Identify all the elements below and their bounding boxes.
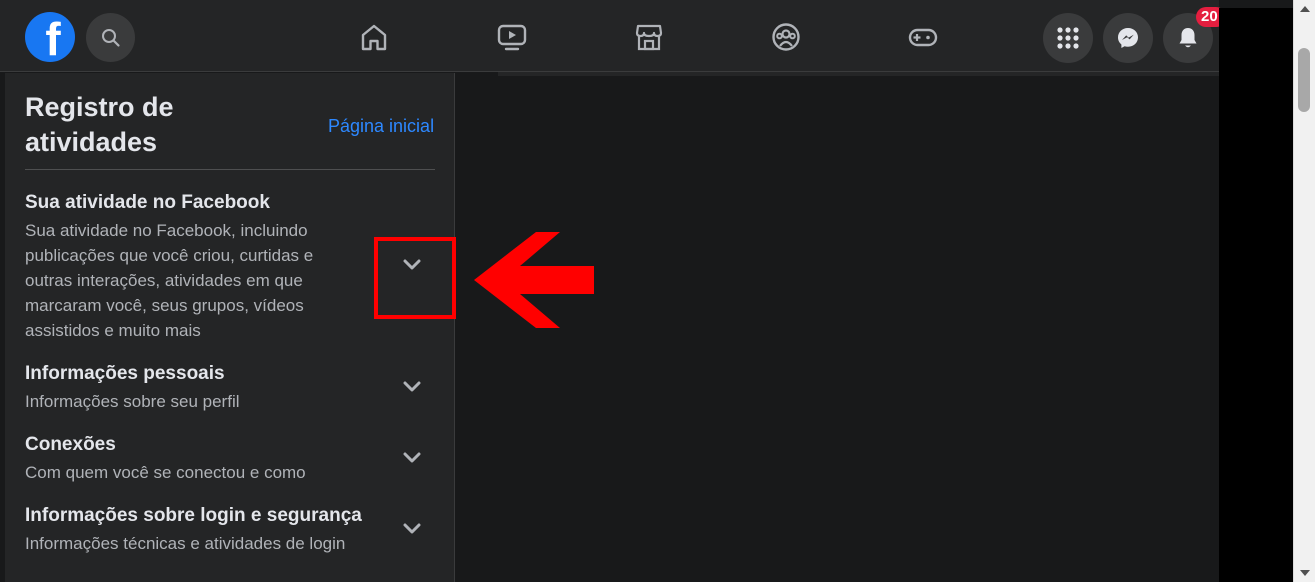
section-heading: Sua atividade no Facebook <box>25 192 270 213</box>
section-heading: Informações sobre login e segurança <box>25 505 362 526</box>
section-personal-info[interactable]: Informações pessoais Informações sobre s… <box>25 362 435 414</box>
section-description: Sua atividade no Facebook, incluindo pub… <box>25 221 314 340</box>
menu-button[interactable] <box>1043 13 1093 63</box>
page-title: Registro de atividades <box>25 92 174 157</box>
video-icon <box>497 24 527 51</box>
annotation-highlight-box <box>374 237 456 319</box>
nav-home[interactable] <box>357 20 391 54</box>
bell-icon <box>1179 28 1197 48</box>
divider <box>25 169 435 170</box>
nav-groups[interactable] <box>769 20 803 54</box>
vertical-scrollbar[interactable] <box>1293 0 1315 582</box>
section-heading: Conexões <box>25 434 116 455</box>
grid-menu-icon <box>1057 27 1079 49</box>
scroll-down-icon[interactable] <box>1300 570 1310 576</box>
scroll-up-icon[interactable] <box>1300 6 1310 12</box>
activity-log-sidebar: Registro de atividades Página inicial Su… <box>5 73 455 582</box>
top-navigation-bar: f 20 <box>0 0 1226 72</box>
chevron-down-icon <box>403 523 421 534</box>
blank-area <box>1219 8 1293 582</box>
scrollbar-thumb[interactable] <box>1298 48 1310 112</box>
chevron-down-icon <box>403 452 421 463</box>
section-description: Com quem você se conectou e como <box>25 463 306 482</box>
app-window: f 20 Registro de atividades Página inici… <box>0 0 1315 582</box>
groups-icon <box>772 23 800 51</box>
section-heading: Informações pessoais <box>25 363 225 384</box>
marketplace-icon <box>635 24 663 51</box>
search-icon <box>101 28 120 47</box>
gaming-icon <box>908 28 938 47</box>
expand-personal-info[interactable] <box>401 376 423 398</box>
expand-connections[interactable] <box>401 447 423 469</box>
nav-marketplace[interactable] <box>632 20 666 54</box>
nav-watch[interactable] <box>495 20 529 54</box>
logo-letter: f <box>45 13 61 62</box>
nav-gaming[interactable] <box>906 20 940 54</box>
annotation-arrow-icon <box>474 232 594 328</box>
home-page-link[interactable]: Página inicial <box>328 116 434 137</box>
section-connections[interactable]: Conexões Com quem você se conectou e com… <box>25 433 435 485</box>
messenger-icon <box>1118 28 1138 48</box>
section-login-security[interactable]: Informações sobre login e segurança Info… <box>25 504 435 556</box>
messenger-button[interactable] <box>1103 13 1153 63</box>
home-icon <box>361 24 387 51</box>
search-button[interactable] <box>86 13 135 62</box>
chevron-down-icon <box>403 381 421 392</box>
facebook-logo[interactable]: f <box>25 12 75 62</box>
expand-login-security[interactable] <box>401 518 423 540</box>
section-description: Informações técnicas e atividades de log… <box>25 534 346 553</box>
section-description: Informações sobre seu perfil <box>25 392 240 411</box>
main-top-border <box>498 72 1219 76</box>
